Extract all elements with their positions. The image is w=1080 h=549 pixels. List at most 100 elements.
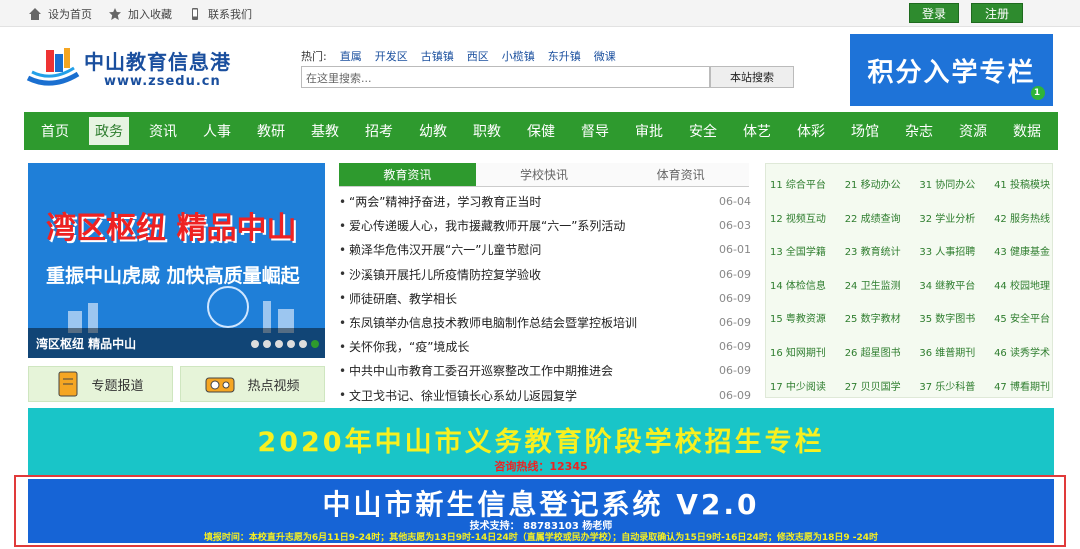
service-link[interactable]: 45 安全平台 (994, 310, 1050, 325)
register-button[interactable]: 注册 (971, 3, 1023, 23)
service-link[interactable]: 11 综合平台 (770, 176, 826, 191)
nav-item[interactable]: 基教 (305, 117, 345, 145)
service-link[interactable]: 37 乐少科普 (919, 378, 975, 393)
site-search-button[interactable]: 本站搜索 (710, 66, 794, 88)
news-title[interactable]: 赖泽华危伟汉开展“六一”儿童节慰问 (349, 241, 711, 258)
nav-item[interactable]: 安全 (683, 117, 723, 145)
service-link[interactable]: 12 视频互动 (770, 210, 826, 225)
search-input[interactable]: 在这里搜索... (301, 66, 710, 88)
hot-term[interactable]: 小榄镇 (502, 48, 535, 64)
service-link[interactable]: 44 校园地理 (994, 277, 1050, 292)
news-title[interactable]: 东凤镇举办信息技术教师电脑制作总结会暨掌控板培训 (349, 314, 711, 331)
hot-video-button[interactable]: 热点视频 (180, 366, 325, 402)
set-homepage-link[interactable]: 设为首页 (28, 6, 92, 22)
home-icon (29, 8, 41, 20)
slider-dot-active[interactable] (311, 340, 319, 348)
news-title[interactable]: 中共中山市教育工委召开巡察整改工作中期推进会 (349, 362, 711, 379)
service-link[interactable]: 32 学业分析 (919, 210, 975, 225)
hot-term[interactable]: 微课 (594, 48, 616, 64)
news-title[interactable]: 沙溪镇开展托儿所疫情防控复学验收 (349, 266, 711, 283)
hot-term[interactable]: 直属 (340, 48, 362, 64)
nav-item[interactable]: 教研 (251, 117, 291, 145)
news-item[interactable]: • 文卫戈书记、徐业恒镇长心系幼儿返园复学 06-09 (339, 384, 751, 408)
news-item[interactable]: • 东凤镇举办信息技术教师电脑制作总结会暨掌控板培训 06-09 (339, 311, 751, 336)
news-title[interactable]: 文卫戈书记、徐业恒镇长心系幼儿返园复学 (349, 387, 711, 404)
nav-item[interactable]: 幼教 (413, 117, 453, 145)
nav-item[interactable]: 资讯 (143, 117, 183, 145)
service-link[interactable]: 47 博看期刊 (994, 378, 1050, 393)
service-link[interactable]: 25 数字教材 (845, 310, 901, 325)
nav-item[interactable]: 招考 (359, 117, 399, 145)
news-item[interactable]: • “两会”精神抒奋进，学习教育正当时 06-04 (339, 190, 751, 215)
news-item[interactable]: • 关怀你我，“疫”境成长 06-09 (339, 335, 751, 360)
site-logo[interactable]: 中山教育信息港 www.zsedu.cn (24, 40, 264, 95)
slider-dot[interactable] (299, 340, 307, 348)
tab-sports-news[interactable]: 体育资讯 (612, 163, 750, 187)
tab-education-news[interactable]: 教育资讯 (339, 163, 476, 187)
slider-subline: 重振中山虎威 加快高质量崛起 (46, 265, 300, 287)
service-link[interactable]: 21 移动办公 (845, 176, 901, 191)
nav-item[interactable]: 体彩 (791, 117, 831, 145)
nav-item[interactable]: 资源 (953, 117, 993, 145)
service-link[interactable]: 27 贝贝国学 (845, 378, 901, 393)
hero-slider[interactable]: 湾区枢纽 精品中山 重振中山虎威 加快高质量崛起 湾区枢纽 精品中山 (28, 163, 325, 358)
hot-term[interactable]: 东升镇 (548, 48, 581, 64)
service-link[interactable]: 13 全国学籍 (770, 243, 826, 258)
nav-item[interactable]: 体艺 (737, 117, 777, 145)
slider-dot[interactable] (275, 340, 283, 348)
news-item[interactable]: • 中共中山市教育工委召开巡察整改工作中期推进会 06-09 (339, 359, 751, 384)
service-link[interactable]: 24 卫生监测 (845, 277, 901, 292)
nav-item[interactable]: 场馆 (845, 117, 885, 145)
nav-item[interactable]: 数据 (1007, 117, 1047, 145)
hot-term[interactable]: 开发区 (375, 48, 408, 64)
hot-term[interactable]: 西区 (467, 48, 489, 64)
service-link[interactable]: 33 人事招聘 (919, 243, 975, 258)
service-link[interactable]: 16 知网期刊 (770, 344, 826, 359)
service-link[interactable]: 31 协同办公 (919, 176, 975, 191)
nav-item[interactable]: 政务 (89, 117, 129, 145)
news-title[interactable]: 师徒研磨、教学相长 (349, 290, 711, 307)
service-link[interactable]: 23 教育统计 (845, 243, 901, 258)
star-icon (109, 8, 121, 20)
service-link[interactable]: 26 超星图书 (845, 344, 901, 359)
service-link[interactable]: 34 继教平台 (919, 277, 975, 292)
news-title[interactable]: “两会”精神抒奋进，学习教育正当时 (349, 193, 711, 210)
nav-item[interactable]: 审批 (629, 117, 669, 145)
service-links-row: 12 视频互动 22 成绩查询 32 学业分析 42 服务热线 (770, 210, 1050, 225)
nav-item[interactable]: 职教 (467, 117, 507, 145)
service-link[interactable]: 17 中少阅读 (770, 378, 826, 393)
service-link[interactable]: 15 粤教资源 (770, 310, 826, 325)
service-link[interactable]: 22 成绩查询 (845, 210, 901, 225)
points-enrollment-banner[interactable]: 积分入学专栏 1 (850, 34, 1053, 106)
nav-item[interactable]: 杂志 (899, 117, 939, 145)
special-topics-button[interactable]: 专题报道 (28, 366, 173, 402)
service-link[interactable]: 36 维普期刊 (919, 344, 975, 359)
service-link[interactable]: 35 数字图书 (919, 310, 975, 325)
news-item[interactable]: • 沙溪镇开展托儿所疫情防控复学验收 06-09 (339, 263, 751, 287)
contact-us-link[interactable]: 联系我们 (188, 6, 252, 22)
login-button[interactable]: 登录 (909, 3, 959, 23)
slider-dot[interactable] (251, 340, 259, 348)
enrollment-banner[interactable]: 2020年中山市义务教育阶段学校招生专栏 咨询热线：12345 (28, 408, 1054, 476)
slider-dot[interactable] (287, 340, 295, 348)
news-item[interactable]: • 赖泽华危伟汉开展“六一”儿童节慰问 06-01 (339, 238, 751, 263)
service-link[interactable]: 14 体检信息 (770, 277, 826, 292)
service-link[interactable]: 42 服务热线 (994, 210, 1050, 225)
contact-us-label: 联系我们 (208, 8, 252, 21)
nav-item[interactable]: 督导 (575, 117, 615, 145)
slider-dot[interactable] (263, 340, 271, 348)
news-title[interactable]: 关怀你我，“疫”境成长 (349, 338, 711, 355)
news-title[interactable]: 爱心传递暖人心，我市援藏教师开展“六一”系列活动 (349, 217, 711, 234)
add-favorite-link[interactable]: 加入收藏 (108, 6, 172, 22)
tab-school-news[interactable]: 学校快讯 (475, 163, 613, 187)
news-item[interactable]: • 师徒研磨、教学相长 06-09 (339, 287, 751, 311)
nav-item[interactable]: 首页 (35, 117, 75, 145)
service-link[interactable]: 41 投稿模块 (994, 176, 1050, 191)
news-item[interactable]: • 爱心传递暖人心，我市援藏教师开展“六一”系列活动 06-03 (339, 214, 751, 239)
nav-item[interactable]: 保健 (521, 117, 561, 145)
nav-item[interactable]: 人事 (197, 117, 237, 145)
hot-term[interactable]: 古镇镇 (421, 48, 454, 64)
service-link[interactable]: 46 读秀学术 (994, 344, 1050, 359)
service-link[interactable]: 43 健康基金 (994, 243, 1050, 258)
banner-page-badge[interactable]: 1 (1031, 86, 1045, 100)
